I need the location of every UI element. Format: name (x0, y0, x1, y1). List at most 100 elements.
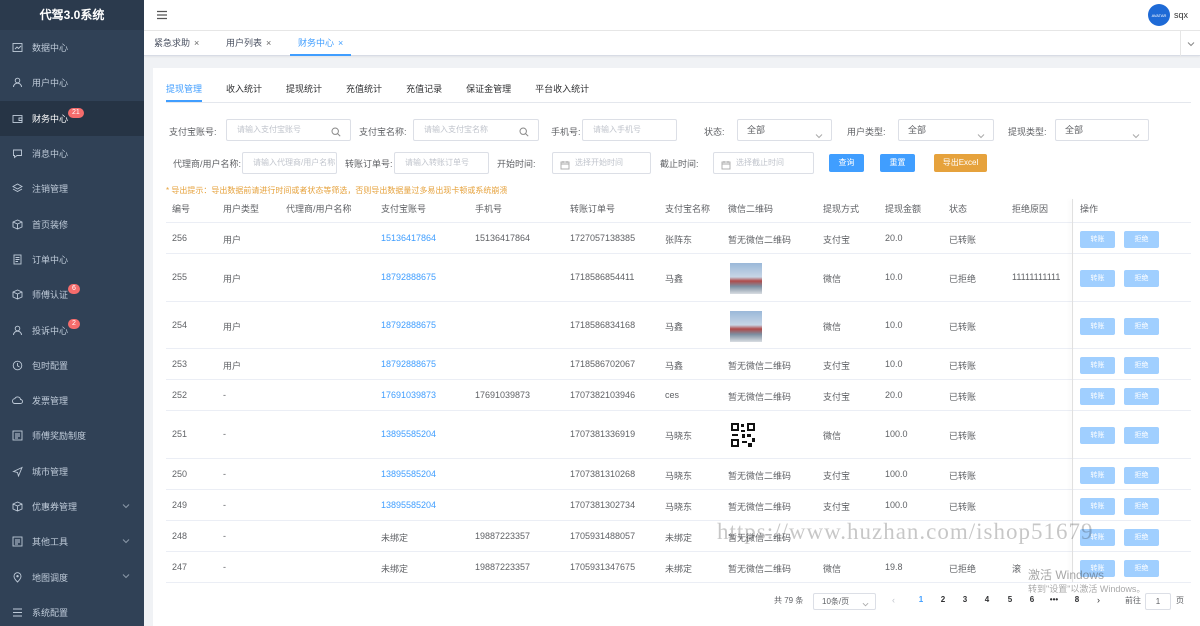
cell-alipay-account[interactable]: 13895585204 (381, 429, 436, 439)
sidebar-item[interactable]: 数据中心 (0, 30, 144, 65)
sidebar-item[interactable]: 发票管理 (0, 383, 144, 418)
cell-alipay-account[interactable]: 17691039873 (381, 390, 436, 400)
transfer-button[interactable]: 转账 (1080, 357, 1115, 374)
sidebar-item[interactable]: 师傅奖励制度 (0, 418, 144, 453)
sidebar-item[interactable]: 用户中心 (0, 65, 144, 100)
avatar[interactable]: AVATAR (1147, 4, 1170, 26)
cell-order-no: 1707382103946 (570, 390, 636, 400)
subtab[interactable]: 提现统计 (286, 82, 322, 102)
page-number[interactable]: 8 (1071, 595, 1083, 604)
search-icon[interactable] (519, 125, 529, 137)
reject-button[interactable]: 拒绝 (1124, 231, 1159, 248)
subtab[interactable]: 保证金管理 (466, 82, 511, 102)
subtab[interactable]: 收入统计 (226, 82, 262, 102)
cell-alipay-account[interactable]: 18792888675 (381, 272, 436, 282)
subtab[interactable]: 充值记录 (406, 82, 442, 102)
cell-amount: 100.0 (885, 429, 908, 439)
more-pages-icon[interactable]: ••• (1048, 595, 1060, 604)
user-menu[interactable]: AVATAR sqx (1147, 4, 1188, 26)
sidebar-item[interactable]: 订单中心 (0, 242, 144, 277)
page-number[interactable]: 2 (937, 595, 949, 604)
reject-button[interactable]: 拒绝 (1124, 529, 1159, 546)
transfer-button[interactable]: 转账 (1080, 270, 1115, 287)
qr-code-icon[interactable] (730, 422, 756, 448)
reject-button[interactable]: 拒绝 (1124, 270, 1159, 287)
prev-page-icon[interactable]: ‹ (892, 595, 895, 605)
cell-alipay-account[interactable]: 未绑定 (381, 531, 408, 544)
cell-alipay-account[interactable]: 未绑定 (381, 562, 408, 575)
chevron-down-icon[interactable] (1180, 31, 1200, 56)
transfer-button[interactable]: 转账 (1080, 427, 1115, 444)
sidebar-item[interactable]: 消息中心 (0, 136, 144, 171)
end-time-picker[interactable]: 选择截止时间 (713, 152, 814, 174)
reject-button[interactable]: 拒绝 (1124, 560, 1159, 577)
close-icon[interactable]: × (338, 38, 343, 48)
hamburger-icon[interactable] (156, 9, 168, 21)
transfer-button[interactable]: 转账 (1080, 231, 1115, 248)
cell-alipay-account[interactable]: 15136417864 (381, 233, 436, 243)
close-icon[interactable]: × (194, 38, 199, 48)
sidebar-item[interactable]: 其他工具 (0, 524, 144, 559)
cell-alipay-account[interactable]: 13895585204 (381, 500, 436, 510)
reject-button[interactable]: 拒绝 (1124, 318, 1159, 335)
subtab[interactable]: 充值统计 (346, 82, 382, 102)
reset-button[interactable]: 重置 (880, 154, 915, 172)
wechat-qr-image[interactable] (730, 263, 762, 294)
transfer-button[interactable]: 转账 (1080, 498, 1115, 515)
cell-alipay-account[interactable]: 18792888675 (381, 320, 436, 330)
transfer-button[interactable]: 转账 (1080, 467, 1115, 484)
sidebar-item-label: 师傅奖励制度 (32, 431, 87, 442)
export-excel-button[interactable]: 导出Excel (934, 154, 987, 172)
reject-button[interactable]: 拒绝 (1124, 467, 1159, 484)
tag-emergency[interactable]: 紧急求助 × (146, 31, 207, 56)
sidebar-item[interactable]: 城市管理 (0, 454, 144, 489)
phone-input[interactable]: 请输入手机号 (582, 119, 677, 141)
page-size-select[interactable]: 10条/页 (813, 593, 876, 610)
search-button[interactable]: 查询 (829, 154, 864, 172)
layers-icon (12, 183, 23, 194)
transfer-no-input[interactable]: 请输入转账订单号 (394, 152, 489, 174)
status-select[interactable]: 全部 (737, 119, 832, 141)
page-number[interactable]: 5 (1004, 595, 1016, 604)
cell-method: 支付宝 (823, 502, 851, 512)
transfer-button[interactable]: 转账 (1080, 388, 1115, 405)
reject-button[interactable]: 拒绝 (1124, 388, 1159, 405)
cell-alipay-account[interactable]: 18792888675 (381, 359, 436, 369)
wechat-qr-image[interactable] (730, 311, 762, 342)
cell-wechat-qr: 暂无微信二维码 (728, 502, 792, 512)
cell-alipay-account[interactable]: 13895585204 (381, 469, 436, 479)
cell-alipay-name: ces (665, 390, 680, 400)
goto-page-input[interactable]: 1 (1145, 593, 1171, 610)
sidebar-item[interactable]: 首页装修 (0, 206, 144, 241)
reject-button[interactable]: 拒绝 (1124, 357, 1159, 374)
transfer-button[interactable]: 转账 (1080, 318, 1115, 335)
page-number[interactable]: 3 (959, 595, 971, 604)
page-number[interactable]: 6 (1026, 595, 1038, 604)
page-number[interactable]: 4 (981, 595, 993, 604)
table-row: 253 用户 18792888675 1718586702067 马鑫 暂无微信二维码 支付… (166, 349, 1191, 380)
sidebar-item[interactable]: 地图调度 (0, 559, 144, 594)
user-type-select[interactable]: 全部 (898, 119, 994, 141)
tag-finance-center[interactable]: 财务中心 × (290, 31, 352, 56)
sidebar-item[interactable]: 优惠券管理 (0, 489, 144, 524)
sidebar-item[interactable]: 注销管理 (0, 171, 144, 206)
sidebar-item[interactable]: 系统配置 (0, 595, 144, 626)
sidebar-item[interactable]: 财务中心 21 (0, 100, 144, 136)
sidebar-item[interactable]: 师傅认证 6 (0, 277, 144, 312)
tag-user-list[interactable]: 用户列表 × (218, 31, 279, 56)
search-icon[interactable] (331, 125, 341, 137)
reject-button[interactable]: 拒绝 (1124, 498, 1159, 515)
close-icon[interactable]: × (266, 38, 271, 48)
sidebar-item[interactable]: 投诉中心 2 (0, 312, 144, 347)
subtab[interactable]: 平台收入统计 (535, 82, 589, 102)
page-number[interactable]: 1 (915, 595, 927, 604)
withdraw-type-select[interactable]: 全部 (1055, 119, 1149, 141)
reject-button[interactable]: 拒绝 (1124, 427, 1159, 444)
start-time-picker[interactable]: 选择开始时间 (552, 152, 651, 174)
next-page-icon[interactable]: › (1097, 595, 1100, 605)
agent-input[interactable]: 请输入代理商/用户名称 (242, 152, 337, 174)
sidebar-item[interactable]: 包时配置 (0, 348, 144, 383)
alipay-account-input[interactable]: 请输入支付宝账号 (226, 119, 351, 141)
alipay-name-input[interactable]: 请输入支付宝名称 (413, 119, 539, 141)
subtab[interactable]: 提现管理 (166, 82, 203, 102)
